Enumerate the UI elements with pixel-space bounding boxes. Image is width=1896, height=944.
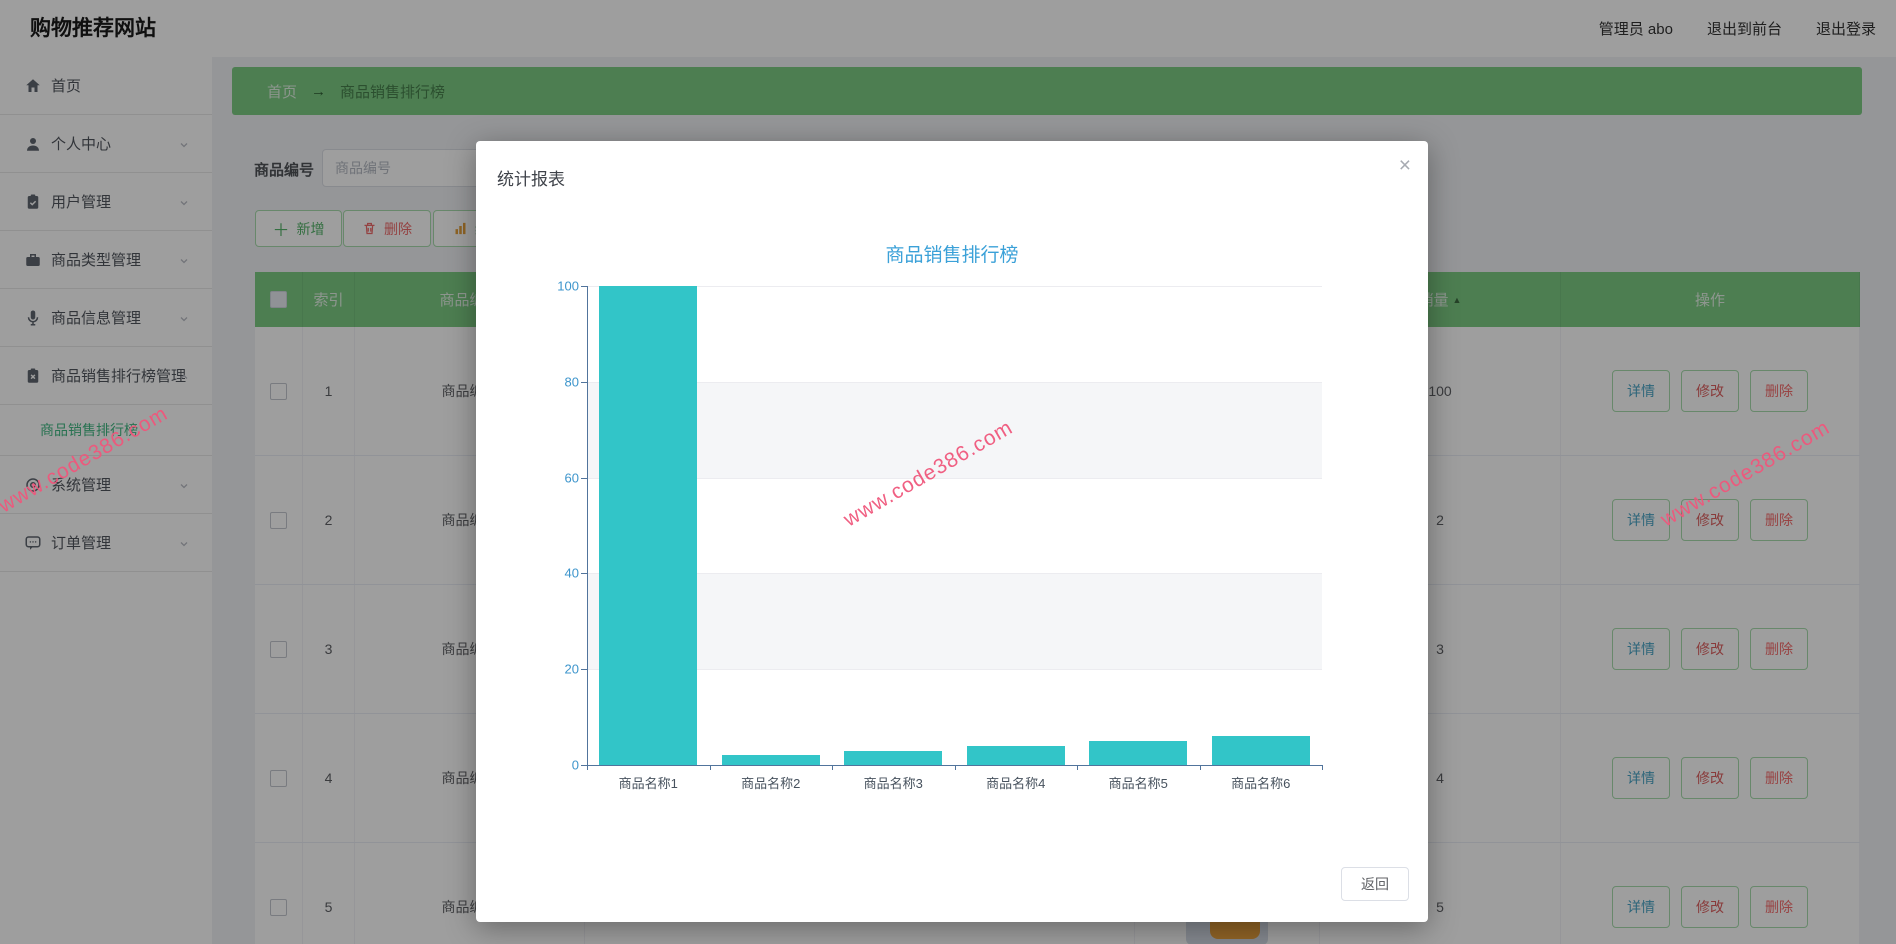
x-axis-label: 商品名称3: [863, 776, 923, 791]
gridline: [587, 381, 1322, 383]
x-axis-label: 商品名称1: [618, 776, 678, 791]
bar: [1089, 741, 1188, 765]
y-axis-label: 40: [564, 565, 579, 581]
bar: [1211, 736, 1310, 765]
chart-title: 商品销售排行榜: [885, 245, 1019, 266]
y-axis-label: 20: [564, 661, 579, 677]
y-axis-label: 80: [564, 374, 579, 390]
y-axis-label: 60: [564, 470, 579, 486]
split-area-band: [587, 381, 1322, 478]
back-button[interactable]: 返回: [1341, 867, 1409, 901]
y-axis-label: 0: [571, 757, 579, 773]
y-axis-label: 100: [557, 278, 579, 294]
x-axis-label: 商品名称4: [986, 776, 1046, 791]
y-axis-line: [587, 286, 588, 765]
x-axis-label: 商品名称2: [741, 776, 801, 791]
x-axis-label: 商品名称5: [1108, 776, 1168, 791]
bar: [966, 745, 1065, 765]
page-root: 购物推荐网站 管理员 abo 退出到前台 退出登录 首页 个人中心 用户管理 商品类型…: [0, 0, 1896, 944]
gridline: [587, 477, 1322, 479]
split-area-band: [587, 573, 1322, 670]
bar: [844, 750, 943, 765]
stat-report-modal: 统计报表 × 商品销售排行榜 0 20 40 60 80 100 商品名称1 商品名称2 商品名…: [476, 141, 1428, 922]
gridline: [587, 573, 1322, 575]
bar: [599, 286, 698, 765]
x-axis-line: [587, 765, 1322, 766]
bar: [721, 755, 820, 765]
sales-rank-chart: 商品销售排行榜 0 20 40 60 80 100 商品名称1 商品名称2 商品名称3 商品名称4…: [476, 141, 1428, 841]
gridline: [587, 286, 1322, 287]
x-axis-label: 商品名称6: [1231, 776, 1291, 791]
gridline: [587, 669, 1322, 671]
